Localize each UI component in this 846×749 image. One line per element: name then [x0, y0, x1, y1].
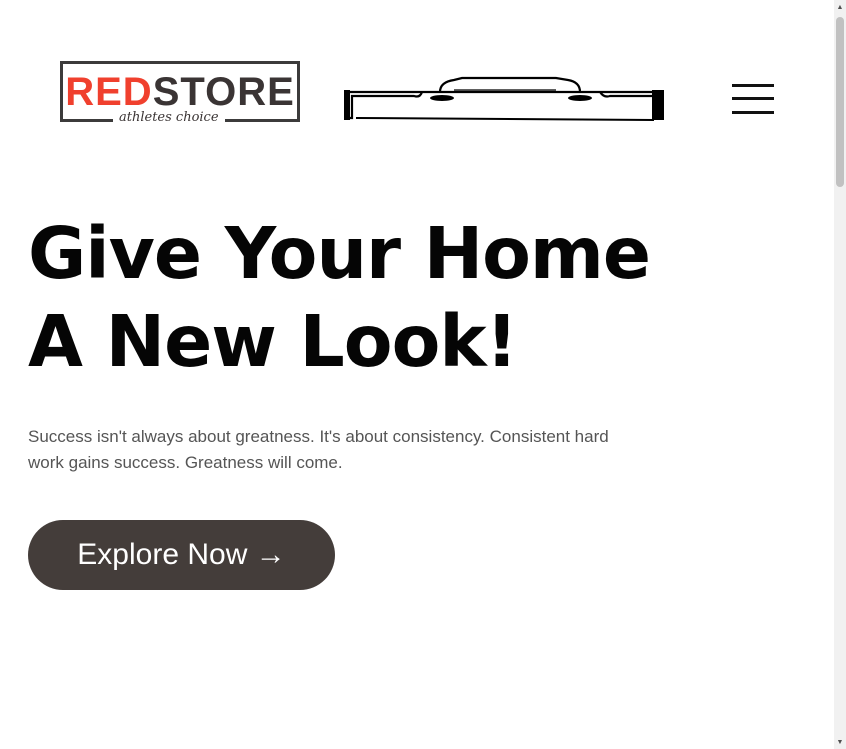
logo-wordmark: REDSTORE [63, 72, 297, 112]
logo-brand-dark: STORE [152, 70, 295, 114]
scroll-down-arrow-icon[interactable]: ▼ [834, 735, 846, 749]
explore-now-button[interactable]: Explore Now → [28, 520, 335, 590]
hero-description: Success isn't always about greatness. It… [28, 427, 609, 472]
hero-title-line-2: A New Look! [28, 300, 518, 383]
hamburger-menu-icon[interactable] [730, 82, 776, 116]
menu-bar-middle [732, 97, 774, 100]
logo-brand-red: RED [65, 70, 153, 114]
vertical-scrollbar[interactable]: ▲ ▼ [834, 0, 846, 749]
page: REDSTORE athletes choice Give Your Home … [0, 0, 834, 749]
logo-tagline: athletes choice [113, 110, 225, 126]
scroll-up-arrow-icon[interactable]: ▲ [834, 0, 846, 14]
menu-bar-bottom [732, 111, 774, 114]
redstore-logo[interactable]: REDSTORE athletes choice [60, 61, 300, 126]
scrollbar-thumb[interactable] [836, 17, 844, 187]
hero-title-line-1: Give Your Home [28, 212, 651, 295]
hero-title: Give Your Home A New Look! [28, 210, 688, 386]
distorted-nav-graphic [344, 76, 664, 121]
menu-bar-top [732, 84, 774, 87]
